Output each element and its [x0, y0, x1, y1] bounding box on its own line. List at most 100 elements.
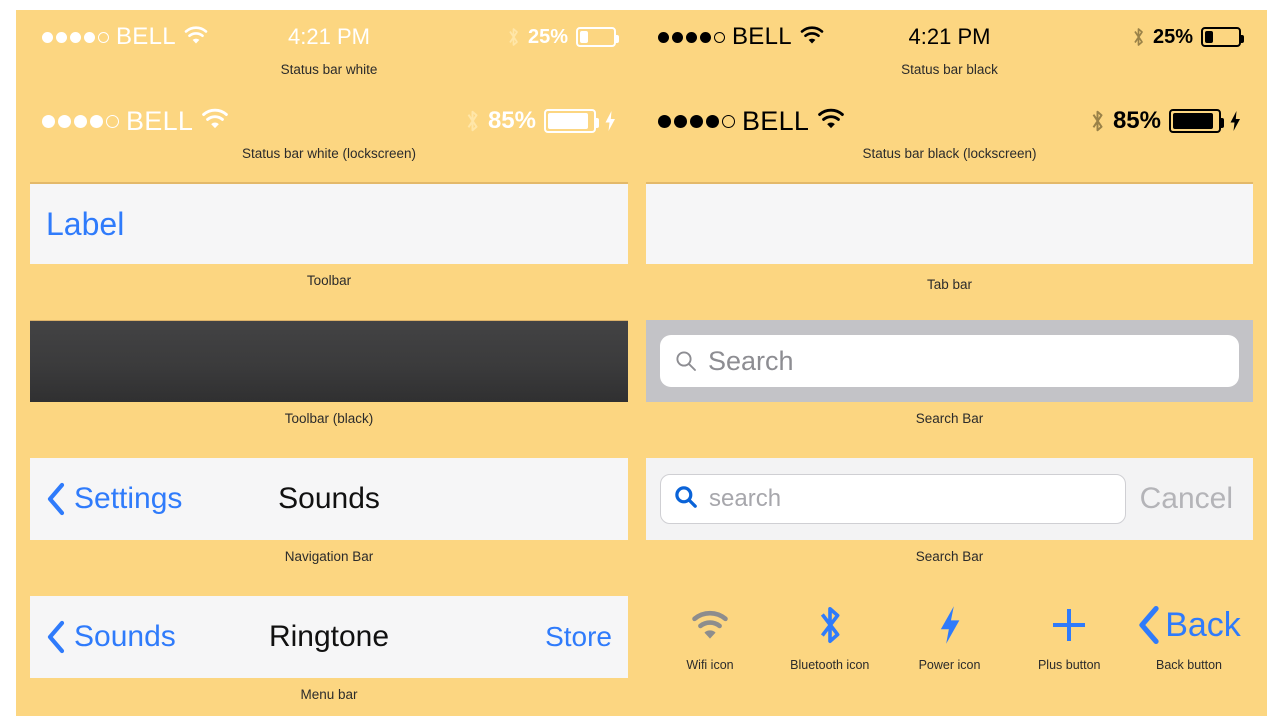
- search-bar[interactable]: Search: [646, 320, 1253, 402]
- battery-icon: [576, 27, 619, 47]
- bluetooth-icon[interactable]: [817, 602, 843, 648]
- power-icon-caption: Power icon: [918, 658, 981, 672]
- search-bar-with-cancel[interactable]: search Cancel: [646, 458, 1253, 540]
- battery-percent-label: 85%: [487, 107, 536, 134]
- nav-back-button[interactable]: Settings: [46, 482, 182, 516]
- signal-dot: [690, 114, 703, 128]
- signal-dot: [700, 31, 711, 43]
- status-bar-white-lockscreen[interactable]: BELL 85%: [30, 98, 628, 144]
- bluetooth-icon: [1090, 108, 1105, 134]
- caption-status-bar-black-lockscreen: Status bar black (lockscreen): [862, 146, 1037, 161]
- bluetooth-icon-caption: Bluetooth icon: [790, 658, 870, 672]
- signal-dot-empty: [98, 31, 109, 43]
- status-right-group: 25%: [1132, 25, 1244, 49]
- chevron-left-icon: [46, 620, 66, 654]
- toolbar-black[interactable]: [30, 320, 628, 402]
- wifi-icon: [816, 106, 846, 136]
- signal-dot: [686, 31, 697, 43]
- signal-dot: [658, 114, 671, 128]
- back-button-cell[interactable]: Back Back button: [1133, 602, 1245, 672]
- charging-bolt-icon: [604, 110, 616, 132]
- carrier-label: BELL: [116, 23, 176, 50]
- signal-dot: [56, 31, 67, 43]
- bluetooth-icon: [465, 108, 480, 134]
- plus-icon[interactable]: [1047, 602, 1091, 648]
- power-icon[interactable]: [937, 602, 963, 648]
- status-bar-black[interactable]: BELL 4:21 PM 25%: [646, 16, 1253, 58]
- search-input[interactable]: Search: [660, 335, 1239, 387]
- caption-toolbar: Toolbar: [306, 273, 352, 288]
- back-button-caption: Back button: [1155, 658, 1222, 672]
- caption-status-bar-white: Status bar white: [280, 62, 378, 77]
- signal-dots: [658, 114, 735, 128]
- cancel-button[interactable]: Cancel: [1140, 482, 1239, 516]
- status-bar-black-lockscreen[interactable]: BELL 85%: [646, 98, 1253, 144]
- toolbar-label[interactable]: Label: [46, 206, 124, 243]
- status-left-group: BELL: [42, 23, 209, 51]
- search-icon: [673, 484, 699, 515]
- artboard: BELL 4:21 PM 25% Status bar white BELL 8…: [16, 10, 1267, 716]
- wifi-icon: [183, 24, 209, 51]
- carrier-label: BELL: [732, 23, 792, 50]
- menu-back-label: Sounds: [74, 620, 176, 653]
- signal-dot: [58, 114, 71, 128]
- search-placeholder: Search: [708, 345, 794, 376]
- signal-dot: [658, 31, 669, 43]
- menu-bar[interactable]: Sounds Ringtone Store: [30, 596, 628, 678]
- wifi-icon: [200, 106, 230, 136]
- caption-navigation-bar: Navigation Bar: [284, 549, 374, 564]
- battery-percent-label: 25%: [527, 25, 568, 48]
- caption-status-bar-black: Status bar black: [901, 62, 998, 77]
- signal-dot: [70, 31, 81, 43]
- caption-search-bar: Search Bar: [915, 411, 984, 426]
- signal-dot: [42, 114, 55, 128]
- back-button[interactable]: Back: [1137, 602, 1241, 648]
- back-button-label: Back: [1165, 605, 1241, 644]
- battery-icon: [544, 109, 599, 133]
- tab-bar[interactable]: [646, 182, 1253, 264]
- search-placeholder: search: [709, 485, 782, 512]
- signal-dot: [84, 31, 95, 43]
- wifi-icon-caption: Wifi icon: [686, 658, 734, 672]
- signal-dots: [42, 114, 119, 128]
- carrier-label: BELL: [126, 105, 194, 136]
- wifi-icon-cell[interactable]: Wifi icon: [654, 602, 766, 672]
- signal-dot: [674, 114, 687, 128]
- caption-toolbar-black: Toolbar (black): [284, 411, 374, 426]
- signal-dot: [90, 114, 103, 128]
- search-icon: [674, 349, 698, 373]
- caption-tab-bar: Tab bar: [926, 277, 973, 292]
- icon-row: Wifi icon Bluetooth icon Power icon Plus…: [646, 602, 1253, 673]
- signal-dot: [42, 31, 53, 43]
- signal-dots: [42, 31, 109, 43]
- status-right-group: 85%: [1090, 107, 1241, 135]
- signal-dots: [658, 31, 725, 43]
- plus-button-cell[interactable]: Plus button: [1013, 602, 1125, 672]
- plus-button-caption: Plus button: [1037, 658, 1101, 672]
- chevron-left-icon: [46, 482, 66, 516]
- wifi-icon[interactable]: [689, 602, 731, 648]
- nav-back-label: Settings: [74, 482, 183, 515]
- carrier-label: BELL: [742, 105, 810, 136]
- battery-percent-label: 85%: [1112, 107, 1161, 134]
- chevron-left-icon: [1137, 605, 1161, 645]
- battery-percent-label: 25%: [1152, 25, 1193, 48]
- status-right-group: 85%: [465, 107, 616, 135]
- navigation-bar[interactable]: Settings Sounds: [30, 458, 628, 540]
- power-icon-cell[interactable]: Power icon: [894, 602, 1006, 672]
- status-bar-white[interactable]: BELL 4:21 PM 25%: [30, 16, 628, 58]
- signal-dot: [706, 114, 719, 128]
- caption-status-bar-white-lockscreen: Status bar white (lockscreen): [241, 146, 417, 161]
- bluetooth-icon: [1132, 26, 1145, 48]
- wifi-icon: [799, 24, 825, 51]
- signal-dot-empty: [722, 114, 735, 128]
- status-left-group: BELL: [658, 106, 846, 137]
- signal-dot: [672, 31, 683, 43]
- menu-back-button[interactable]: Sounds: [46, 620, 176, 654]
- toolbar[interactable]: Label: [30, 182, 628, 264]
- caption-menu-bar: Menu bar: [300, 687, 358, 702]
- search-input[interactable]: search: [660, 474, 1126, 524]
- menu-store-button[interactable]: Store: [545, 621, 612, 653]
- signal-dot: [74, 114, 87, 128]
- bluetooth-icon-cell[interactable]: Bluetooth icon: [774, 602, 886, 672]
